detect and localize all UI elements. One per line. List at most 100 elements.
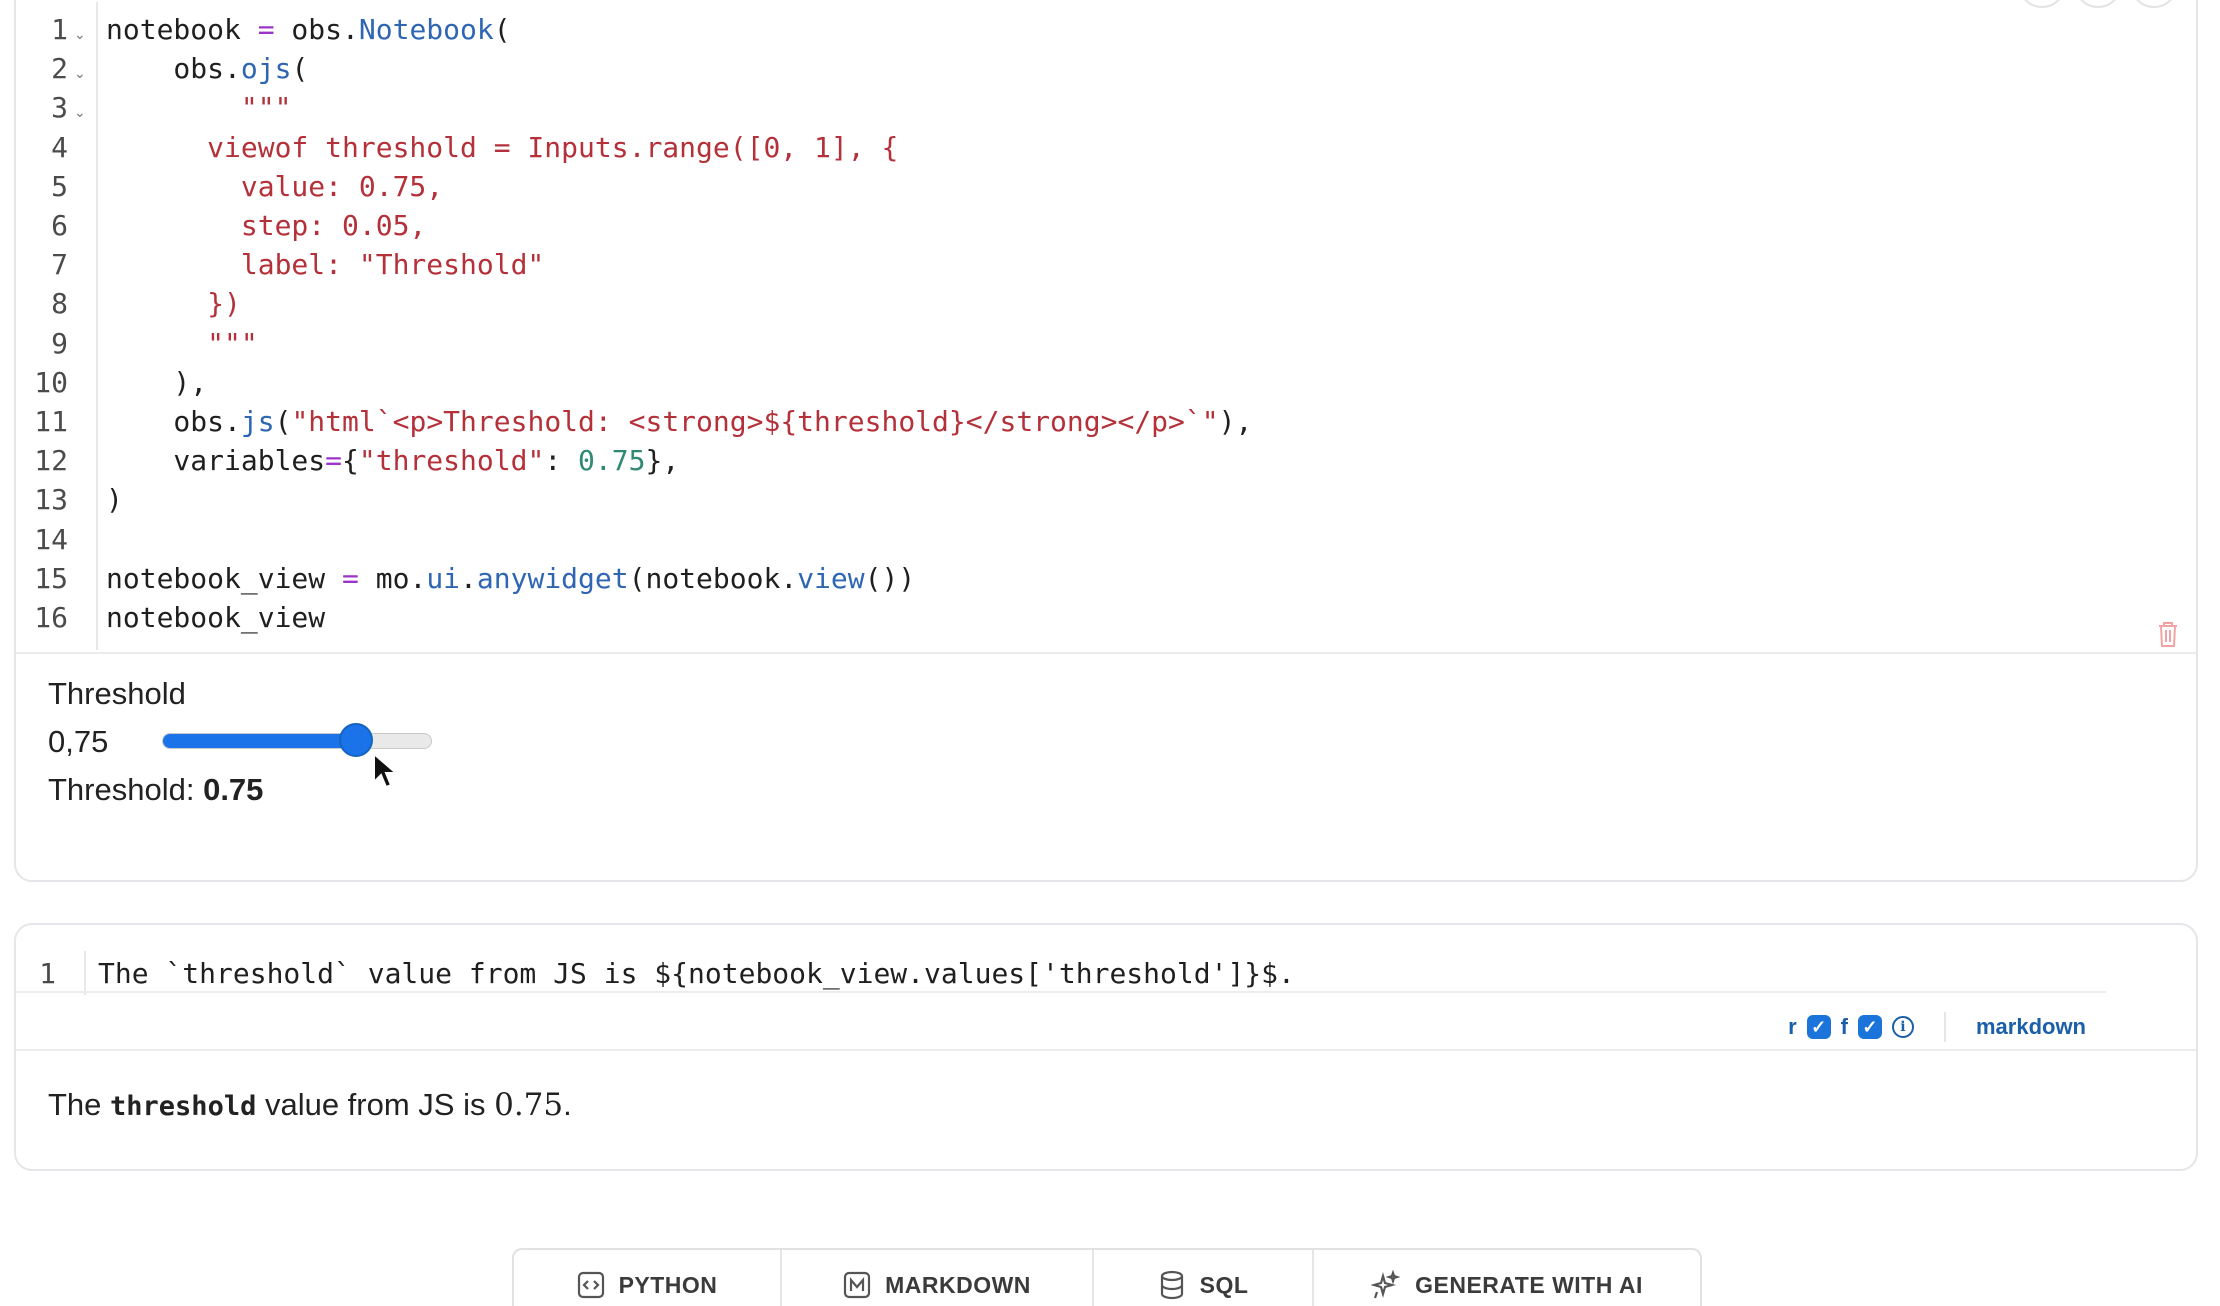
add-python-cell-button[interactable]: PYTHON: [514, 1250, 782, 1306]
add-sql-cell-button[interactable]: SQL: [1094, 1250, 1314, 1306]
code-token: .: [780, 561, 798, 595]
line-code: variables={"threshold": 0.75},: [106, 444, 679, 477]
line-number: 1: [39, 957, 56, 990]
code-line: 15 notebook_view = mo.ui.anywidget(notebo…: [16, 562, 2196, 601]
code-token: },: [645, 444, 680, 478]
markdown-editor[interactable]: 1 The `threshold` value from JS is ${not…: [16, 951, 2116, 995]
code-token: =: [325, 444, 343, 478]
fold-chevron-icon[interactable]: ⌄: [74, 105, 86, 121]
threshold-result: Threshold: 0.75: [48, 772, 263, 808]
line-code: }): [106, 287, 241, 320]
code-token: (: [274, 405, 292, 438]
code-token: ),: [106, 365, 208, 399]
line-code: ),: [106, 366, 207, 399]
line-code: ): [106, 483, 123, 516]
code-line: 7 label: "Threshold": [16, 248, 2196, 287]
fold-chevron-icon[interactable]: ⌄: [74, 27, 86, 43]
more-options-button[interactable]: ···: [2130, 0, 2178, 8]
code-token: step: 0.05,: [106, 209, 427, 242]
markdown-source: The `threshold` value from JS is ${noteb…: [98, 957, 1295, 990]
line-code: notebook = obs.Notebook(: [106, 13, 511, 46]
line-number: 12: [34, 444, 68, 478]
threshold-result-label: Threshold:: [48, 772, 204, 807]
line-code: notebook_view: [106, 601, 325, 634]
line-number: 5: [51, 169, 68, 203]
markdown-cell: 1 The `threshold` value from JS is ${not…: [14, 923, 2198, 1171]
line-code: step: 0.05,: [106, 209, 426, 242]
rendered-code: threshold: [110, 1091, 257, 1122]
code-token: (notebook: [628, 561, 781, 595]
line-number: 13: [34, 483, 68, 517]
delete-cell-icon[interactable]: [2156, 620, 2180, 648]
rendered-text-middle: value from JS is: [256, 1087, 495, 1122]
line-number: 11: [34, 405, 68, 438]
raw-flag-checkbox[interactable]: ✓: [1806, 1015, 1831, 1039]
code-line: 4 viewof threshold = Inputs.range([0, 1]…: [16, 131, 2196, 170]
code-token: Notebook: [358, 13, 494, 46]
line-code: obs.ojs(: [106, 52, 308, 85]
run-cell-button[interactable]: [2018, 0, 2066, 8]
line-code: label: "Threshold": [106, 248, 544, 281]
code-token: label: "Threshold": [106, 248, 545, 282]
code-token: notebook_view: [106, 601, 326, 634]
stop-cell-button[interactable]: [2074, 0, 2122, 8]
info-icon[interactable]: i: [1891, 1016, 1914, 1038]
line-code: value: 0.75,: [106, 170, 443, 203]
divider: [1943, 1012, 1946, 1042]
code-token: (: [493, 13, 511, 46]
markdown-label: MARKDOWN: [885, 1271, 1031, 1298]
language-selector[interactable]: markdown: [1976, 1014, 2086, 1040]
code-token: viewof threshold = Inputs.range([0, 1], …: [106, 130, 899, 164]
code-line: 10 ),: [16, 366, 2196, 405]
line-number: 9: [51, 326, 68, 360]
cursor-icon: [373, 752, 398, 789]
sparkles-icon: [1371, 1270, 1401, 1299]
code-line: 8 }): [16, 287, 2196, 326]
code-token: (: [291, 52, 309, 86]
fstring-flag-label: f: [1840, 1014, 1848, 1039]
code-token: .: [460, 561, 477, 595]
code-line: 2 ⌄ obs.ojs(: [16, 52, 2196, 91]
line-number: 8: [51, 287, 68, 321]
code-token: ojs: [240, 52, 292, 86]
code-line: 3 ⌄ """: [16, 91, 2196, 130]
code-line: 13): [16, 483, 2196, 522]
threshold-slider-thumb[interactable]: [339, 723, 373, 757]
code-token: obs: [106, 405, 225, 438]
code-token: ),: [1218, 405, 1253, 438]
line-number: 16: [34, 601, 68, 634]
threshold-result-value: 0.75: [203, 772, 264, 807]
raw-flag-label: r: [1788, 1014, 1797, 1039]
code-token: notebook: [106, 13, 258, 46]
output-divider: [16, 1049, 2196, 1051]
line-number: 2: [51, 52, 68, 86]
code-line: 5 value: 0.75,: [16, 170, 2196, 209]
code-token: ()): [864, 561, 916, 595]
code-token: obs: [106, 52, 225, 86]
fstring-flag-checkbox[interactable]: ✓: [1857, 1015, 1882, 1039]
sql-label: SQL: [1199, 1271, 1249, 1298]
add-markdown-cell-button[interactable]: MARKDOWN: [782, 1250, 1094, 1306]
add-cell-bar: PYTHON MARKDOWN SQL GENERATE WITH AI: [512, 1248, 1702, 1306]
check-icon: ✓: [1862, 1016, 1878, 1037]
code-token: .: [224, 405, 241, 438]
markdown-icon: [843, 1271, 871, 1299]
line-number: 7: [51, 248, 68, 282]
generate-with-ai-button[interactable]: GENERATE WITH AI: [1314, 1250, 1700, 1306]
markdown-rendered: The threshold value from JS is 0.75.: [48, 1087, 572, 1123]
line-number: 4: [51, 130, 68, 164]
code-line: 6 step: 0.05,: [16, 209, 2196, 248]
rendered-text-start: The: [48, 1087, 111, 1122]
fold-chevron-icon[interactable]: ⌄: [74, 66, 86, 82]
code-token: =: [257, 13, 275, 46]
line-number: 15: [34, 561, 68, 595]
code-token: ui: [426, 561, 461, 595]
code-line: 9 """: [16, 327, 2196, 366]
code-token: notebook_view: [106, 561, 343, 595]
code-line: 1 ⌄ notebook = obs.Notebook(: [16, 13, 2196, 52]
line-code: """: [106, 327, 258, 360]
code-line: 14: [16, 523, 2196, 562]
threshold-slider-track[interactable]: [162, 733, 432, 749]
code-token: .: [409, 561, 427, 595]
code-token: .: [224, 52, 241, 86]
